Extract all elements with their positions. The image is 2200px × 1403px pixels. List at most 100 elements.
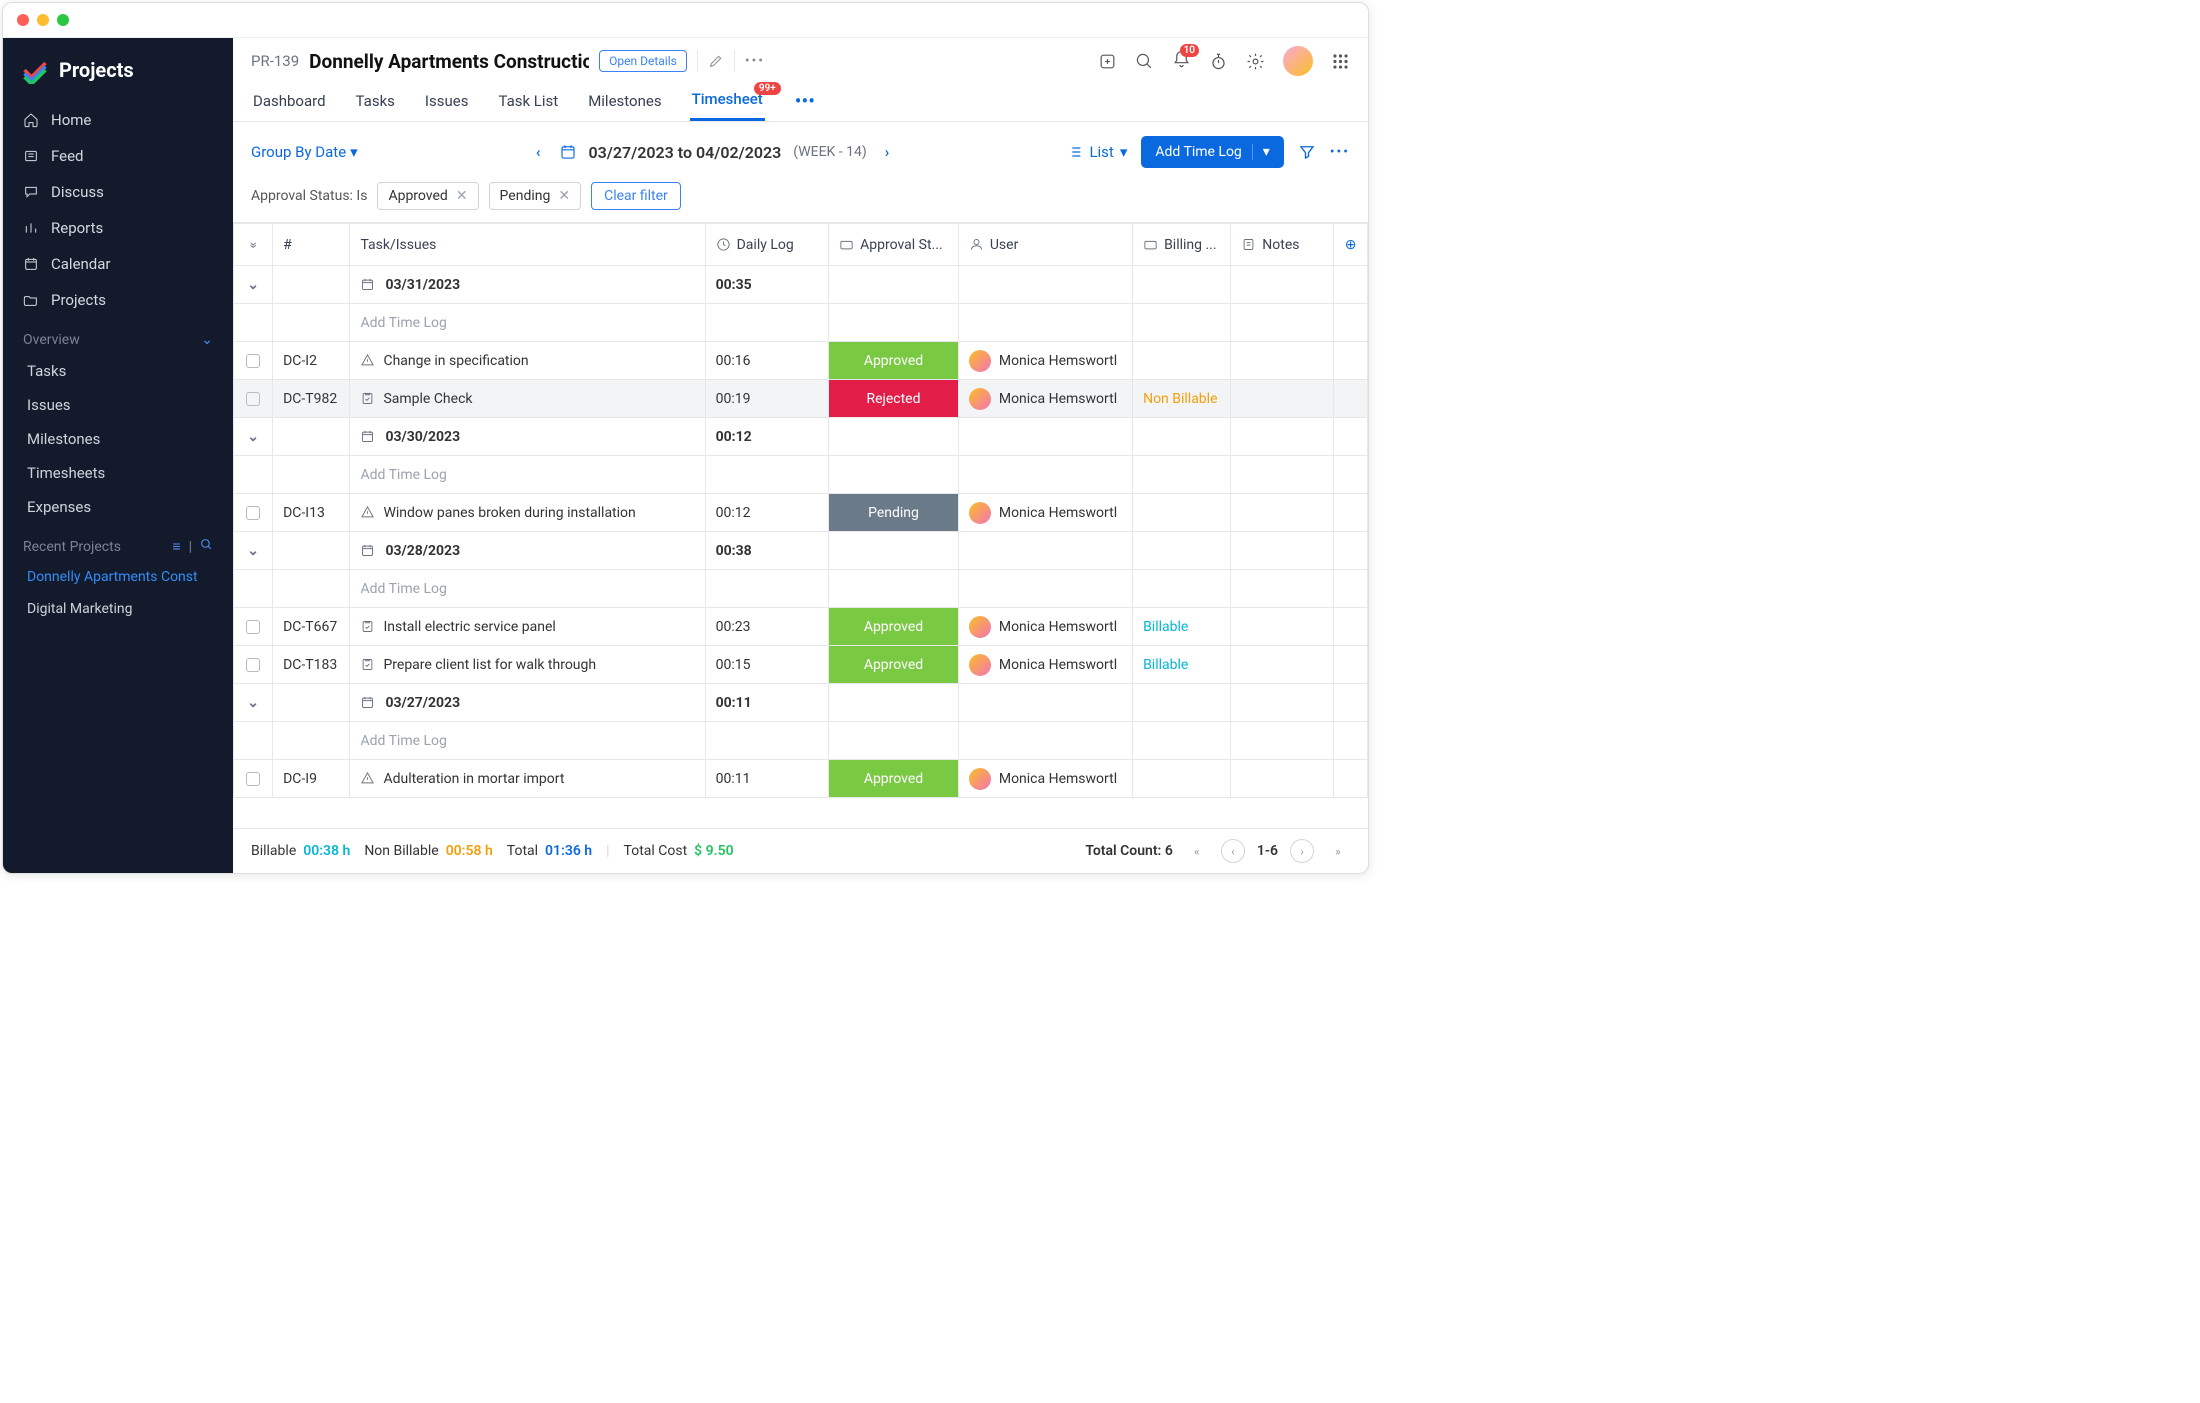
timesheet-row[interactable]: DC-T982Sample Check00:19RejectedMonica H… [234,380,1368,418]
pager-first-button[interactable]: « [1185,839,1209,863]
close-dot[interactable] [17,14,29,26]
user-avatar-sm [969,768,991,790]
overview-section-header[interactable]: Overview ⌄ [3,318,233,354]
approval-status[interactable]: Pending [829,494,958,531]
maximize-dot[interactable] [57,14,69,26]
tab-tasks[interactable]: Tasks [354,82,397,120]
minimize-dot[interactable] [37,14,49,26]
tab-issues[interactable]: Issues [423,82,471,120]
chevron-down-icon[interactable]: ⌄ [247,429,259,445]
approval-status[interactable]: Approved [829,646,958,683]
nav-label: Discuss [51,183,104,201]
add-column-icon[interactable]: ⊕ [1345,237,1357,253]
overview-item-tasks[interactable]: Tasks [3,354,233,388]
chip-remove-icon[interactable]: ✕ [558,188,570,204]
approval-status[interactable]: Approved [829,342,958,379]
row-checkbox[interactable] [246,658,260,672]
user-name: Monica Hemswortl [999,353,1117,369]
col-number-header[interactable]: # [283,237,292,253]
overview-item-timesheets[interactable]: Timesheets [3,456,233,490]
approval-status[interactable]: Rejected [829,380,958,417]
col-notes-header[interactable]: Notes [1262,237,1299,253]
billing-type: Billable [1143,657,1188,673]
task-name: Install electric service panel [383,619,555,635]
approval-status[interactable]: Approved [829,760,958,797]
user-avatar[interactable] [1283,46,1313,76]
task-icon [360,619,375,634]
recent-project-item[interactable]: Donnelly Apartments Const [3,561,233,593]
nav-projects[interactable]: Projects [3,282,233,318]
pager-last-button[interactable]: » [1326,839,1350,863]
daily-total: 00:38 [716,543,752,559]
row-checkbox[interactable] [246,772,260,786]
user-name: Monica Hemswortl [999,505,1117,521]
row-checkbox[interactable] [246,392,260,406]
calendar-icon[interactable] [559,143,577,161]
apps-grid-icon[interactable] [1331,52,1350,71]
more-icon[interactable]: ••• [745,53,765,69]
timesheet-row[interactable]: DC-T667Install electric service panel00:… [234,608,1368,646]
nav-discuss[interactable]: Discuss [3,174,233,210]
add-time-log-row[interactable]: Add Time Log [234,570,1368,608]
col-user-header[interactable]: User [990,237,1018,253]
row-checkbox[interactable] [246,354,260,368]
pager-prev-button[interactable]: ‹ [1221,839,1245,863]
timesheet-row[interactable]: DC-I2Change in specification00:16Approve… [234,342,1368,380]
sliders-icon[interactable]: ≡ [172,538,180,555]
col-approval-header[interactable]: Approval St... [860,237,942,253]
row-checkbox[interactable] [246,620,260,634]
timesheet-row[interactable]: DC-T183Prepare client list for walk thro… [234,646,1368,684]
tab-task-list[interactable]: Task List [496,82,560,120]
tab-dashboard[interactable]: Dashboard [251,82,328,120]
chevron-down-icon[interactable]: ⌄ [247,543,259,559]
prev-week-button[interactable]: ‹ [530,143,547,161]
tabs-more-icon[interactable]: ••• [791,89,819,113]
filter-chip: Pending✕ [489,182,582,210]
nav-reports[interactable]: Reports [3,210,233,246]
open-details-button[interactable]: Open Details [599,50,687,72]
view-toggle[interactable]: List ▾ [1067,143,1127,161]
filter-icon[interactable] [1298,143,1316,161]
stopwatch-icon[interactable] [1209,52,1228,71]
pager-next-button[interactable]: › [1290,839,1314,863]
approval-status[interactable]: Approved [829,608,958,645]
add-time-log-row[interactable]: Add Time Log [234,722,1368,760]
overview-item-issues[interactable]: Issues [3,388,233,422]
add-time-log-row[interactable]: Add Time Log [234,304,1368,342]
gear-icon[interactable] [1246,52,1265,71]
date-group-row: ⌄03/27/202300:11 [234,684,1368,722]
col-task-header[interactable]: Task/Issues [360,237,436,253]
more-icon[interactable]: ••• [1330,144,1350,160]
edit-icon[interactable] [708,53,724,69]
col-daily-header[interactable]: Daily Log [737,237,794,253]
nav-calendar[interactable]: Calendar [3,246,233,282]
overview-item-expenses[interactable]: Expenses [3,490,233,524]
recent-project-item[interactable]: Digital Marketing [3,593,233,625]
chevron-down-icon[interactable]: ⌄ [247,695,259,711]
add-time-log-button[interactable]: Add Time Log ▾ [1141,136,1283,168]
chip-remove-icon[interactable]: ✕ [456,188,468,204]
list-icon [1067,144,1083,160]
tab-milestones[interactable]: Milestones [586,82,663,120]
nav-feed[interactable]: Feed [3,138,233,174]
add-time-log-row[interactable]: Add Time Log [234,456,1368,494]
row-number: DC-T982 [283,391,337,407]
group-by-dropdown[interactable]: Group By Date ▾ [251,143,358,161]
calendar-icon [360,277,375,292]
search-icon[interactable] [1135,52,1154,71]
search-icon[interactable] [200,538,213,555]
clear-filter-button[interactable]: Clear filter [591,182,681,210]
add-icon[interactable] [1098,52,1117,71]
col-billing-header[interactable]: Billing ... [1164,237,1216,253]
date-label: 03/28/2023 [385,543,460,559]
timesheet-row[interactable]: DC-I9Adulteration in mortar import00:11A… [234,760,1368,798]
overview-item-milestones[interactable]: Milestones [3,422,233,456]
tab-timesheet[interactable]: Timesheet99+ [690,80,765,121]
timesheet-row[interactable]: DC-I13Window panes broken during install… [234,494,1368,532]
chevron-down-icon[interactable]: ⌄ [247,277,259,293]
row-checkbox[interactable] [246,506,260,520]
next-week-button[interactable]: › [879,143,896,161]
issue-icon [360,353,375,368]
collapse-all-icon[interactable]: » [245,241,261,248]
nav-home[interactable]: Home [3,102,233,138]
